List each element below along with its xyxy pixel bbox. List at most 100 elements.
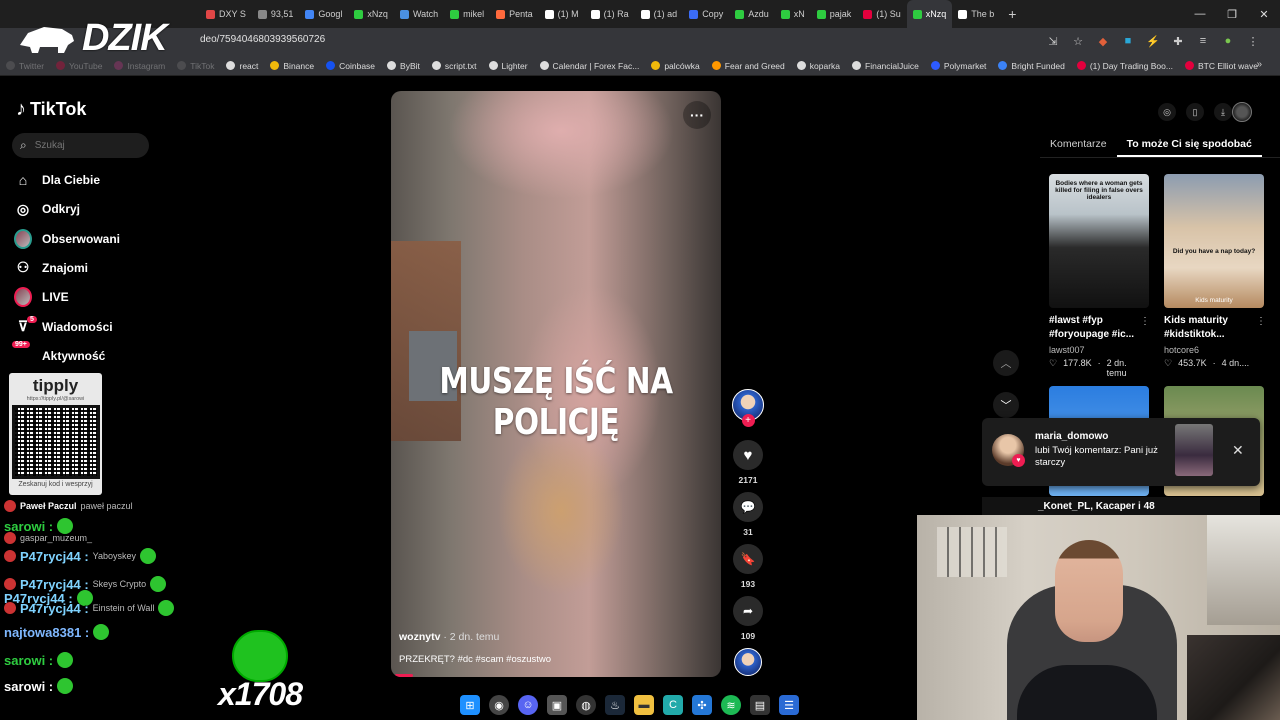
creator-avatar-group[interactable]: + [732, 389, 764, 427]
bookmark-item[interactable]: Polymarket [930, 61, 986, 71]
app-icon[interactable]: ▤ [750, 695, 770, 715]
sidebar-item-live[interactable]: LIVE [14, 286, 69, 308]
recommendation-author[interactable]: hotcore6 [1164, 344, 1264, 356]
steam-icon[interactable]: ♨ [605, 695, 625, 715]
activity-summary[interactable]: _Konet_PL, Kacaper i 48 [982, 497, 1260, 517]
music-disc-icon[interactable] [734, 648, 762, 676]
comment-action[interactable]: 💬 31 [732, 492, 764, 537]
heart-icon[interactable]: ♥ [733, 440, 763, 470]
scroll-down-icon[interactable]: ﹀ [993, 392, 1019, 418]
video-author[interactable]: woznytv · 2 dn. temu [399, 631, 499, 643]
browser-tab[interactable]: Azdu [729, 0, 775, 28]
bookmark-item[interactable]: react [226, 61, 258, 71]
bookmark-item[interactable]: Bright Funded [998, 61, 1065, 71]
download-icon[interactable]: ⤓ [1214, 103, 1232, 121]
browser-tab[interactable]: pajak [811, 0, 858, 28]
bookmark-item[interactable]: script.txt [431, 61, 477, 71]
bookmark-item[interactable]: BTC Elliot wave [1184, 61, 1258, 71]
extensions-puzzle-icon[interactable]: ✚ [1171, 34, 1185, 48]
spotify-icon[interactable]: ≋ [721, 695, 741, 715]
bookmark-item[interactable]: ByBit [387, 61, 420, 71]
video-author-name[interactable]: woznytv [399, 631, 440, 643]
chrome-icon[interactable]: ◉ [489, 695, 509, 715]
recommendation-thumbnail[interactable]: Bodies where a woman gets killed for fil… [1049, 174, 1149, 308]
browser-tab[interactable]: mikel [444, 0, 490, 28]
browser-tab[interactable]: (1) M [539, 0, 585, 28]
tiktok-logo[interactable]: ♪ TikTok [16, 98, 86, 121]
browser-tab[interactable]: xN [775, 0, 811, 28]
recommendation-card[interactable]: Did you have a nap today? Kids maturity … [1164, 174, 1264, 369]
new-tab-button[interactable]: + [1000, 6, 1024, 22]
maximize-icon[interactable]: ❐ [1216, 0, 1248, 28]
browser-tab[interactable]: (1) Su [857, 0, 907, 28]
browser-tab[interactable]: Penta [490, 0, 539, 28]
bookmark-star-icon[interactable]: ☆ [1071, 34, 1085, 48]
bookmark-item[interactable]: TikTok [177, 61, 214, 71]
bookmark-item[interactable]: (1) Day Trading Boo... [1076, 61, 1173, 71]
sidebar-item-aktywność[interactable]: 99+ Aktywność [12, 340, 105, 367]
menu-icon[interactable]: ⋮ [1246, 34, 1260, 48]
browser-tab[interactable]: The b [952, 0, 1000, 28]
url-field[interactable]: deo/7594046803939560726 [200, 34, 325, 45]
browser-tab[interactable]: (1) Ra [585, 0, 635, 28]
user-avatar[interactable] [1232, 102, 1252, 122]
folder-icon[interactable]: ▬ [634, 695, 654, 715]
compass-small-icon[interactable]: ◎ [1158, 103, 1176, 121]
notification-thumbnail[interactable] [1175, 424, 1213, 476]
save-action[interactable]: 🔖 193 [732, 544, 764, 589]
ccleaner-icon[interactable]: C [663, 695, 683, 715]
like-action[interactable]: ♥ 2171 [732, 440, 764, 485]
close-icon[interactable]: ✕ [1232, 442, 1244, 459]
more-bookmarks-icon[interactable]: » [1256, 59, 1262, 70]
sidebar-item-odkryj[interactable]: ◎ Odkryj [14, 198, 80, 220]
browser-tab[interactable]: xNzq [348, 0, 394, 28]
browser-tab[interactable]: Copy [683, 0, 729, 28]
recommendation-title[interactable]: #lawst #fyp #foryoupage #ic... [1049, 314, 1149, 342]
app-icon[interactable]: ▣ [547, 695, 567, 715]
video-player[interactable]: ··· MUSZĘ IŚĆ NA POLICJĘ woznytv · 2 dn.… [391, 91, 721, 677]
bookmark-item[interactable]: Coinbase [326, 61, 375, 71]
profile-icon[interactable]: ● [1221, 34, 1235, 48]
share-icon[interactable]: ➦ [733, 596, 763, 626]
like-notification[interactable]: ♥ maria_domowo lubi Twój komentarz: Pani… [982, 418, 1260, 486]
bookmark-icon[interactable]: 🔖 [733, 544, 763, 574]
discord-icon[interactable]: ☺ [518, 695, 538, 715]
bookmark-item[interactable]: koparka [796, 61, 840, 71]
search-input[interactable] [34, 140, 135, 151]
sidebar-item-dla-ciebie[interactable]: ⌂ Dla Ciebie [14, 169, 100, 191]
search-box[interactable]: ⌕ [12, 133, 149, 158]
browser-tab[interactable]: 93,51 [252, 0, 300, 28]
share-action[interactable]: ➦ 109 [732, 596, 764, 641]
bookmark-item[interactable]: Twitter [6, 61, 44, 71]
sidebar-item-obserwowani[interactable]: Obserwowani [14, 228, 120, 250]
bookmark-item[interactable]: Lighter [488, 61, 528, 71]
bookmark-item[interactable]: FinancialJuice [852, 61, 919, 71]
video-description[interactable]: PRZEKRĘT? #dc #scam #oszustwo [399, 654, 551, 665]
notepad-icon[interactable]: ☰ [779, 695, 799, 715]
browser-tab[interactable]: xNzq [906, 0, 953, 28]
device-icon[interactable]: ▯ [1186, 103, 1204, 121]
obs-icon[interactable]: ◍ [576, 695, 596, 715]
bookmark-item[interactable]: Instagram [114, 61, 165, 71]
sidebar-item-wiadomości[interactable]: ⊽ 5 Wiadomości [14, 315, 113, 338]
bookmark-item[interactable]: YouTube [56, 61, 102, 71]
recommendation-title[interactable]: Kids maturity #kidstiktok... [1164, 314, 1264, 342]
media-controls-icon[interactable]: ≡ [1196, 34, 1210, 48]
install-app-icon[interactable]: ⇲ [1046, 34, 1060, 48]
bookmark-item[interactable]: Calendar | Forex Fac... [539, 61, 639, 71]
card-more-icon[interactable]: ⋮ [1256, 316, 1266, 327]
vpn-icon[interactable]: ✣ [692, 695, 712, 715]
notification-user[interactable]: maria_domowo [1035, 431, 1108, 442]
recommendation-card[interactable]: Bodies where a woman gets killed for fil… [1049, 174, 1149, 378]
bookmark-item[interactable]: Binance [270, 61, 314, 71]
sidebar-item-znajomi[interactable]: ⚇ Znajomi [14, 257, 88, 279]
minimize-icon[interactable]: — [1184, 0, 1216, 28]
scroll-up-icon[interactable]: ︿ [993, 350, 1019, 376]
recommendation-thumbnail[interactable]: Did you have a nap today? Kids maturity [1164, 174, 1264, 308]
browser-tab[interactable]: Googl [299, 0, 348, 28]
close-window-icon[interactable]: ✕ [1248, 0, 1280, 28]
extension-icon[interactable]: ◆ [1096, 34, 1110, 48]
tab-recommended[interactable]: To może Ci się spodobać [1116, 134, 1262, 157]
browser-tab[interactable]: Watch [394, 0, 444, 28]
extension-icon[interactable]: ■ [1121, 34, 1135, 48]
